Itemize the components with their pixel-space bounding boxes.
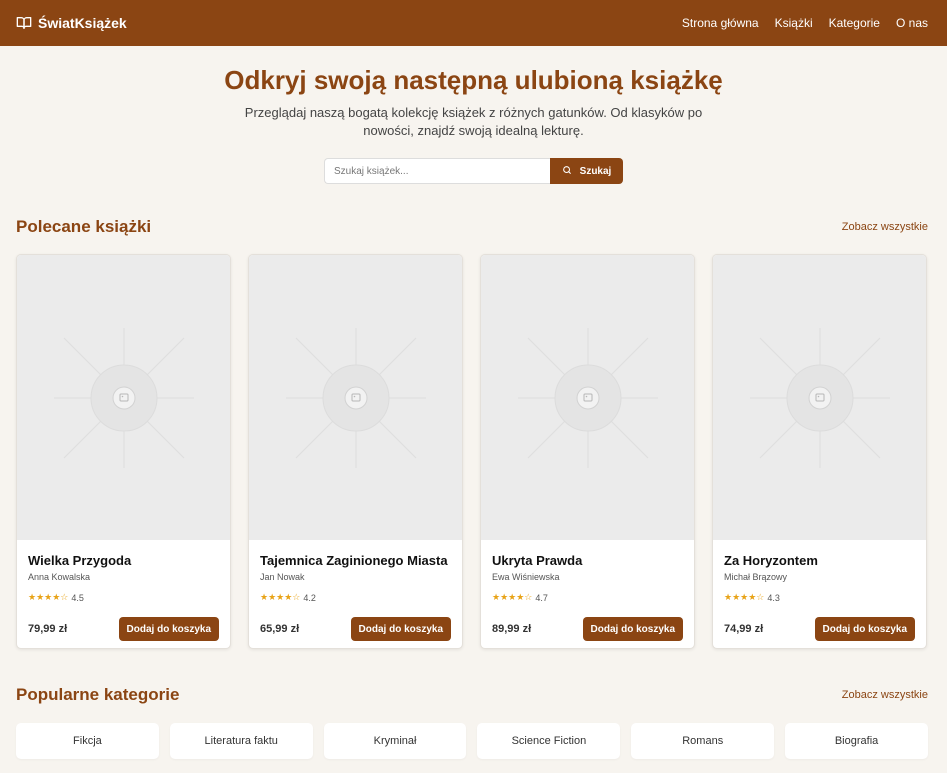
featured-header: Polecane książki Zobacz wszystkie: [0, 217, 947, 237]
book-card[interactable]: Ukryta Prawda Ewa Wiśniewska ★★★★☆ 4.7 8…: [480, 254, 695, 649]
book-rating: ★★★★☆ 4.5: [28, 592, 219, 603]
search-input[interactable]: [324, 158, 550, 184]
categories-title: Popularne kategorie: [16, 685, 180, 704]
hero-subtitle: Przeglądaj naszą bogatą kolekcję książek…: [244, 105, 703, 138]
rating-value: 4.2: [303, 592, 316, 603]
rating-value: 4.7: [535, 592, 548, 603]
book-cover-placeholder: [249, 255, 462, 540]
star-rating-icon: ★★★★☆: [260, 592, 301, 602]
hero-section: Odkryj swoją następną ulubioną książkę P…: [0, 46, 947, 184]
category-crime[interactable]: Kryminał: [323, 723, 467, 759]
book-rating: ★★★★☆ 4.7: [492, 592, 683, 603]
book-price: 79,99 zł: [28, 623, 68, 635]
category-nonfiction[interactable]: Literatura faktu: [169, 723, 313, 759]
book-rating: ★★★★☆ 4.2: [260, 592, 451, 603]
categories-see-all-link[interactable]: Zobacz wszystkie: [842, 689, 928, 701]
add-to-cart-button[interactable]: Dodaj do koszyka: [582, 617, 683, 641]
brand-logo[interactable]: ŚwiatKsiążek: [16, 15, 127, 31]
search-button[interactable]: Szukaj: [550, 158, 623, 184]
star-rating-icon: ★★★★☆: [28, 592, 69, 602]
category-list: Fikcja Literatura faktu Kryminał Science…: [0, 723, 947, 759]
book-price: 74,99 zł: [724, 623, 764, 635]
image-placeholder-icon: [517, 327, 658, 468]
image-placeholder-icon: [53, 327, 194, 468]
book-cover-placeholder: [713, 255, 926, 540]
nav-link-home[interactable]: Strona główna: [682, 16, 759, 30]
book-card[interactable]: Tajemnica Zaginionego Miasta Jan Nowak ★…: [248, 254, 463, 649]
rating-value: 4.5: [71, 592, 84, 603]
nav-link-books[interactable]: Książki: [775, 16, 813, 30]
book-title[interactable]: Tajemnica Zaginionego Miasta: [260, 553, 451, 568]
category-science-fiction[interactable]: Science Fiction: [477, 723, 621, 759]
book-price: 65,99 zł: [260, 623, 300, 635]
book-price: 89,99 zł: [492, 623, 532, 635]
book-grid: Wielka Przygoda Anna Kowalska ★★★★☆ 4.5 …: [0, 254, 947, 649]
category-biography[interactable]: Biografia: [785, 723, 928, 759]
hero-title: Odkryj swoją następną ulubioną książkę: [224, 65, 723, 95]
add-to-cart-button[interactable]: Dodaj do koszyka: [814, 617, 915, 641]
category-fiction[interactable]: Fikcja: [16, 723, 159, 759]
categories-header: Popularne kategorie Zobacz wszystkie: [0, 685, 947, 705]
book-card[interactable]: Za Horyzontem Michał Brązowy ★★★★☆ 4.3 7…: [712, 254, 927, 649]
top-navbar: ŚwiatKsiążek Strona główna Książki Kateg…: [0, 0, 947, 46]
book-author: Michał Brązowy: [724, 572, 788, 582]
brand-name: ŚwiatKsiążek: [38, 15, 127, 31]
featured-title: Polecane książki: [16, 217, 152, 236]
nav-link-about[interactable]: O nas: [896, 16, 928, 30]
book-author: Jan Nowak: [260, 572, 305, 582]
book-cover-placeholder: [17, 255, 230, 540]
image-placeholder-icon: [749, 327, 890, 468]
book-author: Anna Kowalska: [28, 572, 91, 582]
book-open-icon: [16, 16, 32, 30]
add-to-cart-button[interactable]: Dodaj do koszyka: [118, 617, 219, 641]
featured-see-all-link[interactable]: Zobacz wszystkie: [842, 221, 928, 233]
book-title[interactable]: Ukryta Prawda: [492, 553, 683, 568]
nav-link-categories[interactable]: Kategorie: [829, 16, 880, 30]
main-nav: Strona główna Książki Kategorie O nas: [666, 16, 928, 30]
search-icon: [562, 165, 572, 178]
rating-value: 4.3: [767, 592, 780, 603]
book-card[interactable]: Wielka Przygoda Anna Kowalska ★★★★☆ 4.5 …: [16, 254, 231, 649]
image-placeholder-icon: [285, 327, 426, 468]
book-rating: ★★★★☆ 4.3: [724, 592, 915, 603]
book-title[interactable]: Za Horyzontem: [724, 553, 915, 568]
category-romance[interactable]: Romans: [631, 723, 775, 759]
book-cover-placeholder: [481, 255, 694, 540]
add-to-cart-button[interactable]: Dodaj do koszyka: [350, 617, 451, 641]
star-rating-icon: ★★★★☆: [724, 592, 765, 602]
search-button-label: Szukaj: [579, 165, 612, 177]
search-bar: Szukaj: [0, 158, 947, 184]
book-author: Ewa Wiśniewska: [492, 572, 560, 582]
star-rating-icon: ★★★★☆: [492, 592, 533, 602]
book-title[interactable]: Wielka Przygoda: [28, 553, 219, 568]
